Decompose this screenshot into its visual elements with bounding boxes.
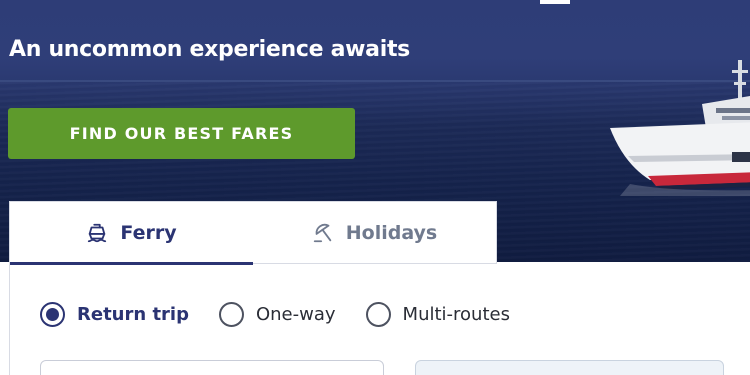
radio-button[interactable] <box>218 302 244 327</box>
tab-ferry-label: Ferry <box>120 222 177 244</box>
ferry-ship-image <box>610 60 750 196</box>
find-best-fares-button[interactable]: FIND OUR BEST FARES <box>8 108 355 159</box>
hero-tagline: An uncommon experience awaits <box>9 37 410 62</box>
tab-ferry[interactable]: Ferry <box>10 202 253 265</box>
trip-type-options: Return trip One-way Multi-routes <box>40 302 510 327</box>
ferry-icon <box>88 223 107 243</box>
hero-headline-fragment <box>540 0 570 4</box>
radio-dot <box>46 308 59 321</box>
radio-one-way[interactable]: One-way <box>218 302 336 327</box>
radio-return-trip[interactable]: Return trip <box>40 302 189 327</box>
tab-holidays-label: Holidays <box>345 221 438 244</box>
radio-button-selected[interactable] <box>40 302 65 327</box>
radio-one-way-label: One-way <box>255 304 336 325</box>
departure-route-field[interactable] <box>40 360 384 375</box>
tab-holidays[interactable]: Holidays <box>253 202 496 264</box>
radio-return-trip-label: Return trip <box>77 304 189 325</box>
umbrella-icon <box>313 223 331 242</box>
radio-button[interactable] <box>365 302 391 327</box>
return-route-field[interactable] <box>415 360 724 375</box>
booking-tabs: Ferry Holidays <box>9 201 497 265</box>
radio-multi-routes-label: Multi-routes <box>402 304 510 325</box>
radio-multi-routes[interactable]: Multi-routes <box>365 302 510 327</box>
